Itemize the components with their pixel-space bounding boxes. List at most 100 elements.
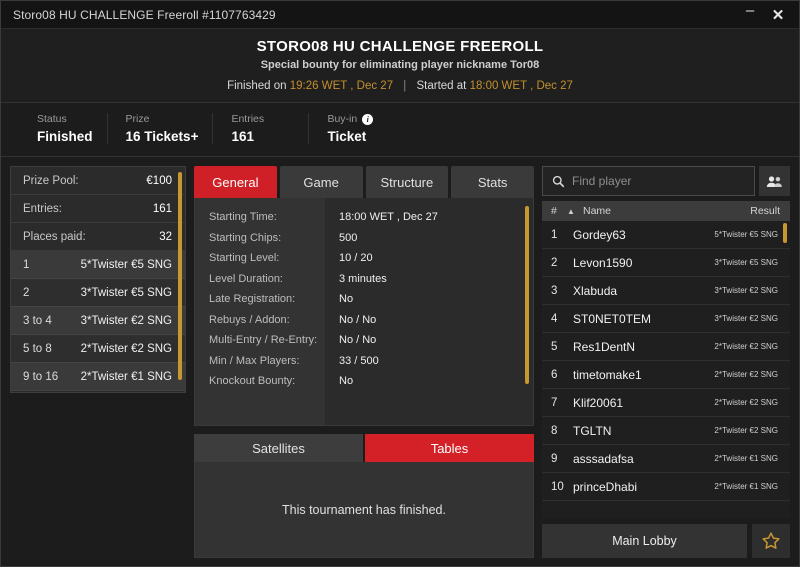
tournament-times: Finished on 19:26 WET , Dec 27 | Started…	[1, 80, 799, 92]
close-button[interactable]: ✕	[765, 3, 791, 27]
player-rank: 2	[551, 257, 573, 269]
detail-tabs: General Game Structure Stats	[194, 166, 534, 198]
player-name: timetomake1	[573, 368, 714, 382]
tab-general[interactable]: General	[194, 166, 277, 198]
payout-row[interactable]: 1 5*Twister €5 SNG	[11, 251, 185, 279]
minimize-button[interactable]: –	[737, 3, 763, 27]
time-separator: |	[403, 80, 406, 92]
stat-buyin: Buy-in i Ticket	[308, 113, 404, 144]
main-lobby-button[interactable]: Main Lobby	[542, 524, 747, 558]
info-row: Starting Time: 18:00 WET , Dec 27	[195, 207, 533, 228]
table-row[interactable]: 2 Levon1590 3*Twister €5 SNG	[542, 249, 790, 277]
player-result: 2*Twister €1 SNG	[714, 454, 778, 463]
payout-place: 9 to 16	[23, 371, 58, 383]
search-input[interactable]: Find player	[542, 166, 755, 196]
info-row: Min / Max Players: 33 / 500	[195, 351, 533, 372]
places-paid-key: Places paid:	[23, 231, 86, 243]
player-rank: 9	[551, 453, 573, 465]
info-icon[interactable]: i	[362, 114, 373, 125]
tab-tables[interactable]: Tables	[365, 434, 534, 462]
finished-label: Finished on	[227, 80, 286, 92]
player-rank: 8	[551, 425, 573, 437]
payout-place: 3 to 4	[23, 315, 52, 327]
player-list-header: # ▲ Name Result	[542, 201, 790, 221]
table-row[interactable]: 7 Klif20061 2*Twister €2 SNG	[542, 389, 790, 417]
player-rank: 1	[551, 229, 573, 241]
payout-place: 1	[23, 259, 29, 271]
payout-row[interactable]: 2 3*Twister €5 SNG	[11, 279, 185, 307]
payout-row[interactable]: 9 to 16 2*Twister €1 SNG	[11, 363, 185, 391]
tab-game[interactable]: Game	[280, 166, 363, 198]
favorite-button[interactable]	[752, 524, 790, 558]
player-search-row: Find player	[542, 166, 790, 196]
payout-row[interactable]: 5 to 8 2*Twister €2 SNG	[11, 335, 185, 363]
player-result: 3*Twister €2 SNG	[714, 286, 778, 295]
table-row[interactable]: 9 asssadafsa 2*Twister €1 SNG	[542, 445, 790, 473]
stat-buyin-value: Ticket	[327, 129, 390, 144]
player-rank: 4	[551, 313, 573, 325]
table-row[interactable]: 8 TGLTN 2*Twister €2 SNG	[542, 417, 790, 445]
tournament-subtitle: Special bounty for eliminating player ni…	[1, 59, 799, 71]
stat-entries-value: 161	[231, 129, 294, 144]
table-row[interactable]: 3 Xlabuda 3*Twister €2 SNG	[542, 277, 790, 305]
info-row: Rebuys / Addon: No / No	[195, 310, 533, 331]
stat-buyin-label-text: Buy-in	[327, 113, 357, 125]
table-row[interactable]: 4 ST0NET0TEM 3*Twister €2 SNG	[542, 305, 790, 333]
sort-ascending-icon[interactable]: ▲	[567, 207, 583, 216]
stat-entries-label: Entries	[231, 113, 294, 125]
people-glyph	[766, 175, 783, 188]
main-body: Prize Pool: €100 Entries: 161 Places pai…	[1, 157, 799, 566]
tab-structure[interactable]: Structure	[366, 166, 449, 198]
stat-status-label: Status	[37, 113, 93, 125]
column-name[interactable]: Name	[583, 205, 750, 217]
players-column: Find player # ▲ Name Result	[542, 166, 790, 558]
player-rank: 5	[551, 341, 573, 353]
tournament-header: STORO08 HU CHALLENGE FREEROLL Special bo…	[1, 29, 799, 103]
people-icon[interactable]	[759, 166, 790, 196]
prize-pool-panel: Prize Pool: €100 Entries: 161 Places pai…	[10, 166, 186, 393]
info-key: Starting Level:	[195, 252, 325, 264]
prize-pool-scrollbar[interactable]	[178, 172, 182, 380]
places-paid-row: Places paid: 32	[11, 223, 185, 251]
stat-buyin-label: Buy-in i	[327, 113, 390, 125]
payout-row[interactable]: 3 to 4 3*Twister €2 SNG	[11, 307, 185, 335]
tab-stats[interactable]: Stats	[451, 166, 534, 198]
started-label: Started at	[417, 80, 467, 92]
table-row[interactable]: 1 Gordey63 5*Twister €5 SNG	[542, 221, 790, 249]
payout-prize: 5*Twister €5 SNG	[81, 259, 172, 271]
player-name: Klif20061	[573, 396, 714, 410]
player-rank: 6	[551, 369, 573, 381]
general-info-scrollbar[interactable]	[525, 206, 529, 384]
stat-status: Status Finished	[1, 113, 107, 144]
search-placeholder: Find player	[572, 174, 631, 188]
tab-satellites[interactable]: Satellites	[194, 434, 363, 462]
player-name: ST0NET0TEM	[573, 312, 714, 326]
table-row[interactable]: 5 Res1DentN 2*Twister €2 SNG	[542, 333, 790, 361]
payout-prize: 2*Twister €1 SNG	[81, 371, 172, 383]
info-value: No / No	[325, 334, 376, 346]
column-result[interactable]: Result	[750, 205, 780, 217]
column-number[interactable]: #	[551, 205, 567, 217]
stat-status-value: Finished	[37, 129, 93, 144]
table-row[interactable]: 6 timetomake1 2*Twister €2 SNG	[542, 361, 790, 389]
player-result: 2*Twister €2 SNG	[714, 342, 778, 351]
player-list[interactable]: 1 Gordey63 5*Twister €5 SNG 2 Levon1590 …	[542, 221, 790, 518]
table-row[interactable]: 10 princeDhabi 2*Twister €1 SNG	[542, 473, 790, 501]
player-rank: 3	[551, 285, 573, 297]
payout-prize: 3*Twister €2 SNG	[81, 315, 172, 327]
entries-key: Entries:	[23, 203, 62, 215]
info-key: Knockout Bounty:	[195, 375, 325, 387]
info-row: Level Duration: 3 minutes	[195, 269, 533, 290]
payout-place: 5 to 8	[23, 343, 52, 355]
bottom-tabs: Satellites Tables	[194, 434, 534, 462]
info-value: 500	[325, 232, 357, 244]
player-rank: 7	[551, 397, 573, 409]
payout-prize: 2*Twister €2 SNG	[81, 343, 172, 355]
info-row: Late Registration: No	[195, 289, 533, 310]
prize-pool-value: €100	[146, 175, 172, 187]
places-paid-value: 32	[159, 231, 172, 243]
stat-prize-value: 16 Tickets+	[126, 129, 199, 144]
player-rank: 10	[551, 481, 573, 493]
player-list-scrollbar[interactable]	[783, 223, 787, 243]
info-value: 18:00 WET , Dec 27	[325, 211, 438, 223]
